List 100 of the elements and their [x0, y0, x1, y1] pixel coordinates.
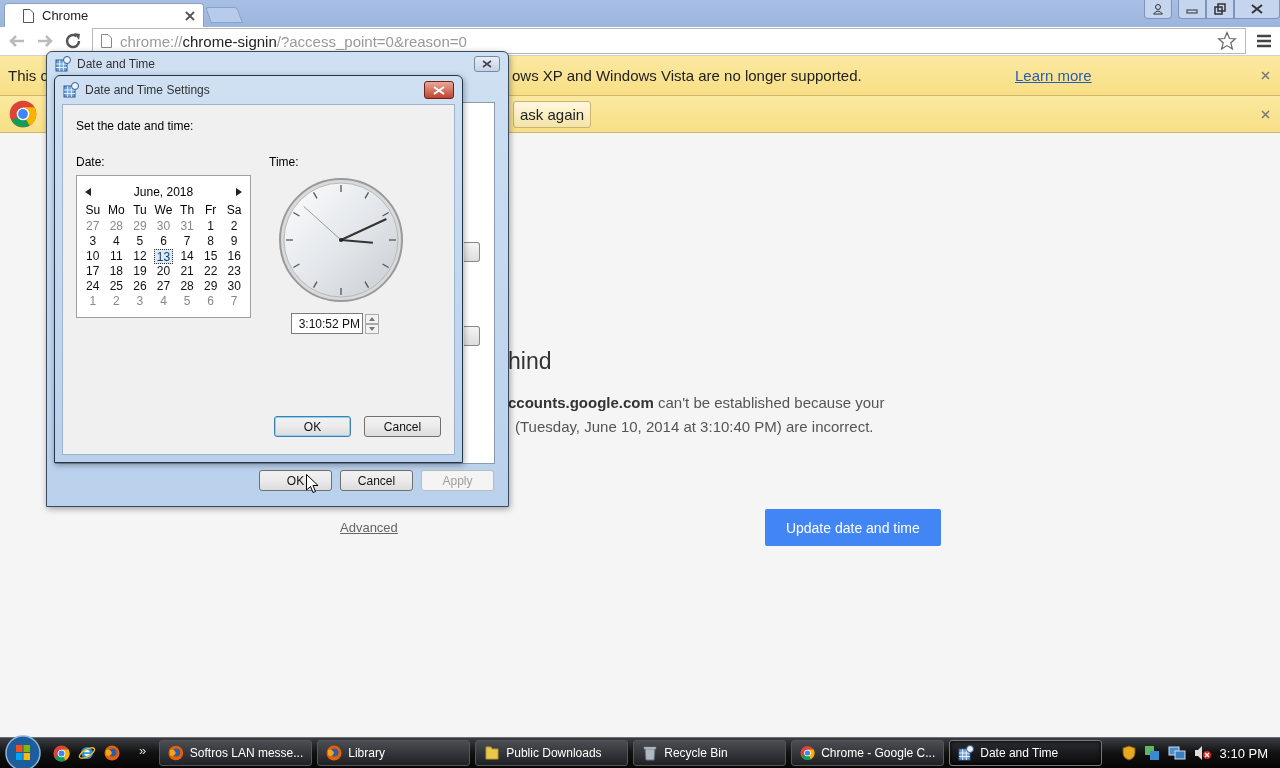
calendar-day[interactable]: 1 [87, 294, 99, 309]
calendar-day[interactable]: 10 [84, 249, 102, 264]
taskbar-button[interactable]: Chrome - Google C... [791, 740, 945, 766]
close-button[interactable] [424, 81, 454, 99]
calendar-day[interactable]: 18 [107, 264, 126, 279]
close-button[interactable] [1234, 0, 1280, 19]
calendar-day[interactable]: 3 [134, 294, 146, 309]
start-button[interactable] [4, 734, 42, 768]
restore-icon [1214, 3, 1226, 15]
calendar-day[interactable]: 22 [201, 264, 220, 279]
calendar-day[interactable]: 5 [181, 294, 193, 309]
chrome-icon [53, 744, 70, 762]
calendar-day[interactable]: 2 [228, 219, 240, 234]
close-icon[interactable] [1261, 109, 1270, 119]
calendar[interactable]: June, 2018 Su Mo Tu We Th Fr Sa 27 28 29 30 31 1 2 3 4 5 6 7 8 9 10 11 12 13 14 15 16 17 18 19 20 21 22 23 24 25 26 27 28 29 30 1 2 3 4 5 6 7 [76, 175, 251, 318]
calendar-day[interactable]: 4 [111, 234, 122, 249]
taskbar-button[interactable]: Library [317, 740, 471, 766]
time-field[interactable]: 3:10:52 PM [291, 313, 363, 334]
learn-more-link[interactable]: Learn more [1014, 67, 1092, 84]
weekday-label: Sa [225, 203, 243, 219]
calendar-day[interactable]: 17 [84, 264, 102, 279]
advanced-link[interactable]: Advanced [340, 520, 398, 535]
calendar-day[interactable]: 30 [225, 279, 243, 294]
reload-icon[interactable] [64, 32, 82, 50]
calendar-day[interactable]: 29 [131, 219, 149, 234]
calendar-day[interactable]: 7 [181, 234, 193, 249]
weekday-label: Mo [107, 203, 126, 219]
star-icon[interactable] [1217, 31, 1237, 51]
ask-again-button[interactable]: ask again [513, 100, 592, 128]
previous-month-icon[interactable] [85, 188, 91, 196]
calendar-icon [55, 56, 71, 72]
calendar-day[interactable]: 27 [84, 219, 102, 234]
message-text: ccounts.google.com can't be established because your [508, 393, 886, 413]
dialog-button[interactable]: Cancel [340, 470, 413, 491]
calendar-day[interactable]: 14 [178, 249, 196, 264]
calendar-day[interactable]: 3 [87, 234, 99, 249]
calendar-day[interactable]: 19 [131, 264, 149, 279]
message-text: (Tuesday, June 10, 2014 at 3:10:40 PM) are incorrect. [515, 417, 875, 437]
calendar-day[interactable]: 26 [131, 279, 149, 294]
calendar-day[interactable]: 28 [178, 279, 196, 294]
calendar-day[interactable]: 31 [178, 219, 196, 234]
weekday-label: Th [179, 203, 196, 219]
calendar-day[interactable]: 28 [107, 219, 126, 234]
calendar-day[interactable]: 6 [205, 294, 216, 309]
next-month-icon[interactable] [236, 188, 242, 196]
dialog-button[interactable]: OK [274, 416, 351, 437]
profile-button[interactable] [1144, 0, 1172, 19]
dialog-button[interactable]: Cancel [364, 416, 441, 437]
taskbar-button[interactable]: Public Downloads [475, 740, 629, 766]
instruction-text: Set the date and time: [76, 119, 195, 133]
month-title[interactable]: June, 2018 [133, 185, 194, 199]
calendar-icon [63, 82, 79, 98]
browser-tab[interactable]: Chrome [4, 3, 204, 27]
page-icon [101, 34, 112, 48]
overflow-button[interactable]: » [139, 742, 147, 758]
taskbar-button[interactable]: Softros LAN messe... [159, 740, 313, 766]
clock-text[interactable]: 3:10 PM [1219, 745, 1268, 761]
calendar-day[interactable]: 12 [131, 249, 149, 264]
network-icon[interactable] [1167, 745, 1186, 761]
taskbar-button[interactable]: Date and Time [949, 740, 1103, 766]
time-label: Time: [269, 155, 300, 169]
calendar-day[interactable]: 9 [228, 234, 240, 249]
calendar-day[interactable]: 30 [154, 219, 173, 234]
close-icon[interactable] [1261, 71, 1270, 80]
calendar-day[interactable]: 21 [178, 264, 196, 279]
calendar-day[interactable]: 8 [205, 234, 216, 249]
close-icon [433, 85, 445, 95]
calendar-day[interactable]: 24 [84, 279, 102, 294]
calendar-day[interactable]: 6 [158, 234, 169, 249]
calendar-day[interactable]: 20 [154, 264, 173, 279]
update-button[interactable]: Update date and time [764, 509, 941, 546]
muted-speaker-icon[interactable] [1193, 745, 1212, 761]
calendar-day[interactable]: 29 [201, 279, 220, 294]
calendar-clock-icon [958, 745, 975, 761]
calendar-day[interactable]: 7 [228, 294, 240, 309]
calendar-day[interactable]: 15 [201, 249, 220, 264]
calendar-day[interactable]: 25 [107, 279, 126, 294]
calendar-day[interactable]: 11 [108, 249, 125, 264]
dialog-button[interactable]: OK [259, 470, 332, 491]
calendar-day[interactable]: 2 [111, 294, 122, 309]
folder-icon [484, 745, 501, 761]
spin-control[interactable] [365, 313, 379, 334]
restore-button[interactable] [1206, 0, 1234, 19]
close-button[interactable] [474, 56, 500, 72]
chrome-icon [800, 745, 816, 761]
menu-icon[interactable] [1256, 34, 1272, 48]
mouse-cursor-icon [306, 474, 319, 494]
calendar-day[interactable]: 27 [154, 279, 173, 294]
close-icon [1251, 4, 1263, 14]
calendar-day[interactable]: 16 [225, 249, 243, 264]
shield-icon[interactable] [1121, 745, 1136, 761]
action-center-icon[interactable] [1143, 745, 1160, 761]
taskbar-button[interactable]: Recycle Bin [633, 740, 787, 766]
calendar-day[interactable]: 13 [153, 249, 174, 264]
close-icon[interactable] [185, 10, 195, 21]
calendar-day[interactable]: 1 [205, 219, 216, 234]
calendar-day[interactable]: 23 [225, 264, 243, 279]
calendar-day[interactable]: 4 [158, 294, 169, 309]
calendar-day[interactable]: 5 [134, 234, 146, 249]
firefox-icon [168, 745, 184, 761]
